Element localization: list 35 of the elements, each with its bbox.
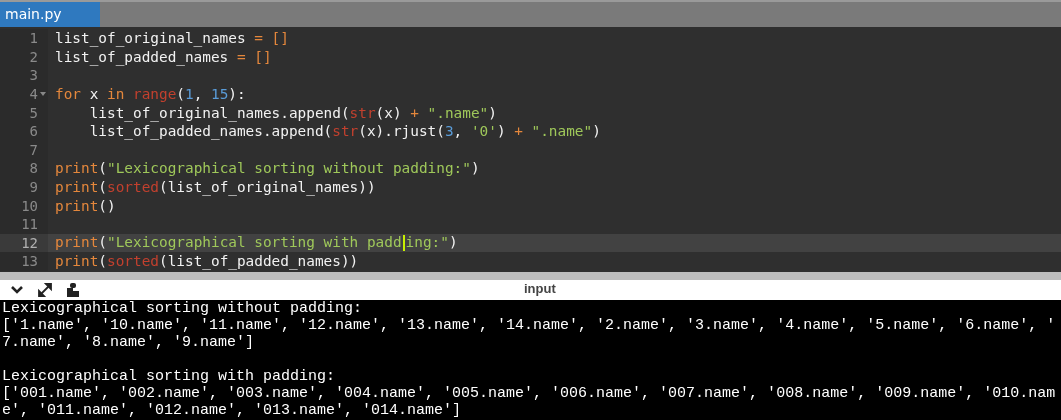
output-line: ['1.name', '10.name', '11.name', '12.name', '13.name', '14.name', '2.name', '3.name', '4.name', '5.name', '6.name', ' xyxy=(2,317,1057,334)
line-number: 8 xyxy=(29,160,38,177)
line-number: 13 xyxy=(21,253,38,270)
code-line: print(sorted(list_of_original_names)) xyxy=(55,179,376,196)
line-number: 6 xyxy=(29,123,38,140)
code-line: print(sorted(list_of_padded_names)) xyxy=(55,253,359,270)
clipboard-icon[interactable] xyxy=(66,282,80,298)
line-number: 7 xyxy=(29,141,38,158)
line-number: 5 xyxy=(29,104,38,121)
expand-icon[interactable] xyxy=(37,282,53,298)
output-line: Lexicographical sorting without padding: xyxy=(2,300,364,317)
code-line: for x in range(1, 15): xyxy=(55,86,246,103)
code-line: list_of_padded_names.append(str(x).rjust(3, '0') + ".name") xyxy=(88,123,601,140)
output-line: 7.name', '8.name', '9.name'] xyxy=(2,334,256,351)
line-number: 9 xyxy=(29,179,38,196)
console-title: input xyxy=(524,281,556,296)
fold-icon[interactable] xyxy=(39,92,46,97)
code-line: print("Lexicographical sorting with padd ing:") xyxy=(55,234,458,251)
output-line: Lexicographical sorting with padding: xyxy=(2,368,337,385)
line-number: 12 xyxy=(21,234,38,251)
line-number: 11 xyxy=(21,216,38,233)
line-number: 4 xyxy=(29,86,38,103)
code-line: list_of_original_names = [] xyxy=(55,30,289,47)
line-number: 2 xyxy=(29,48,38,65)
chevron-down-icon[interactable] xyxy=(10,285,24,295)
line-number: 10 xyxy=(21,197,38,214)
code-line: list_of_padded_names = [] xyxy=(55,48,272,65)
code-line: list_of_original_names.append(str(x) + ".name") xyxy=(88,104,497,121)
line-number: 1 xyxy=(29,30,38,47)
line-number: 3 xyxy=(29,67,38,84)
file-tab[interactable]: main.py xyxy=(0,2,100,27)
output-line: ['001.name', '002.name', '003.name', '004.name', '005.name', '006.name', '007.name', '008.name', '009.name', '010.nam xyxy=(2,385,1057,402)
code-line: print() xyxy=(55,197,116,214)
output-line: e', '011.name', '012.name', '013.name', '014.name'] xyxy=(2,402,463,419)
code-line: print("Lexicographical sorting without padding:") xyxy=(55,160,480,177)
